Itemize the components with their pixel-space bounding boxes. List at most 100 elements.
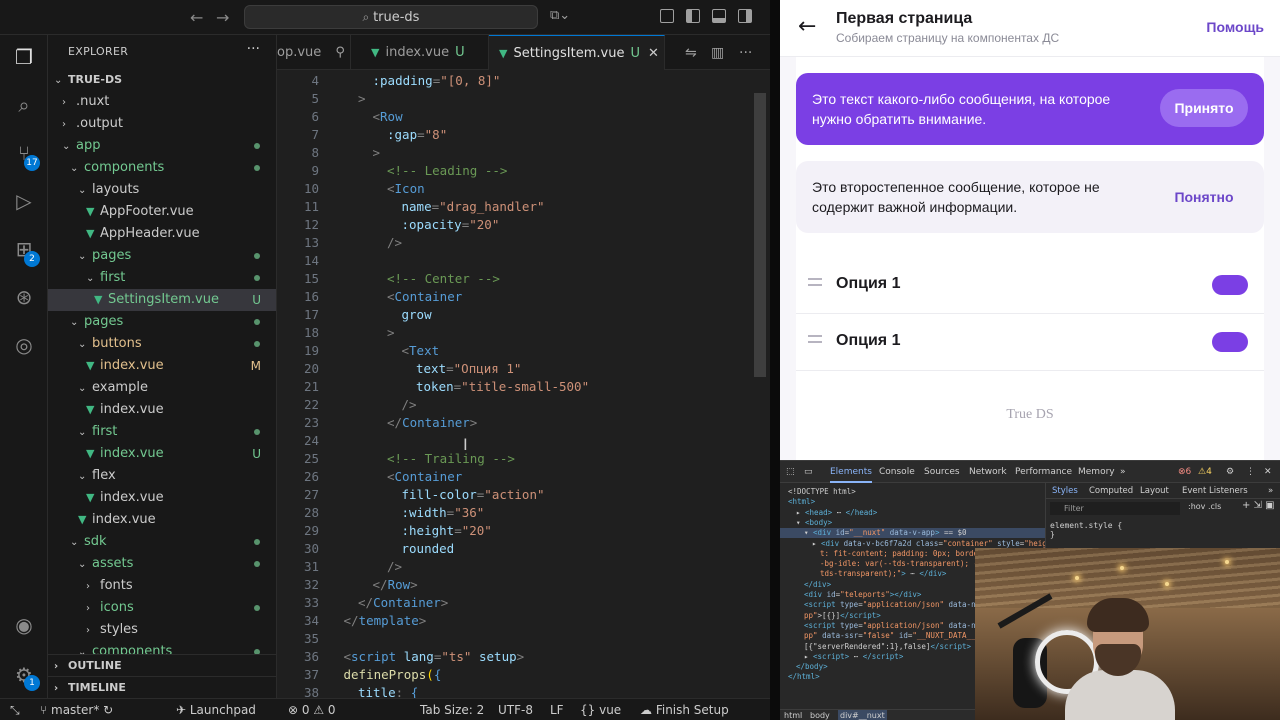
more-actions-icon[interactable]: ···	[739, 45, 752, 61]
add-style-rule-icon[interactable]: + ⇲ ▣	[1242, 500, 1275, 511]
run-debug-icon[interactable]: ▷	[12, 189, 36, 213]
tree-folder[interactable]: ⌄ first	[48, 267, 276, 289]
tree-file[interactable]: ▼ index.vue M	[48, 355, 276, 377]
code-editor[interactable]: 4:padding="[0, 8]" 5 >6 <Row 7:gap="8" 8 >9 <!-…	[277, 70, 770, 698]
dom-node[interactable]: ▸ <div data-v-bc6f7a2d class="container"…	[780, 539, 1045, 549]
tree-folder[interactable]: › styles	[48, 619, 276, 641]
tree-folder[interactable]: › fonts	[48, 575, 276, 597]
devtools-tab-performance[interactable]: Performance	[1015, 461, 1072, 483]
kebab-menu-icon[interactable]: ⋮	[1246, 461, 1255, 483]
tree-folder[interactable]: ⌄ pages	[48, 245, 276, 267]
problems-status[interactable]: ⊗ 0 ⚠ 0	[288, 699, 336, 720]
tree-folder[interactable]: ⌄ app	[48, 135, 276, 157]
warning-counter[interactable]: ⚠4	[1198, 461, 1212, 483]
tree-folder[interactable]: ⌄ components	[48, 157, 276, 179]
dom-node[interactable]: <html>	[780, 497, 1045, 507]
tree-folder[interactable]: ⌄ TRUE-DS	[48, 69, 276, 91]
drag-handle-icon[interactable]	[808, 278, 822, 286]
error-counter[interactable]: ⊗6	[1178, 461, 1191, 483]
back-arrow-icon[interactable]: ←	[190, 8, 203, 27]
pin-icon[interactable]: ⚲	[335, 45, 345, 60]
toggle-secondary-sidebar-icon[interactable]	[738, 9, 752, 23]
tree-file[interactable]: ▼ SettingsItem.vue U	[48, 289, 276, 311]
git-graph-icon[interactable]: ⊛	[12, 285, 36, 309]
hov-cls-toggles[interactable]: :hov .cls	[1188, 502, 1221, 511]
devtools-tab-sources[interactable]: Sources	[924, 461, 960, 483]
device-toolbar-icon[interactable]: ▭	[804, 461, 813, 483]
compare-changes-icon[interactable]: ⇋	[685, 45, 697, 61]
branch-status[interactable]: ⑂ master* ↻	[40, 699, 113, 720]
tree-file[interactable]: ▼ AppFooter.vue	[48, 201, 276, 223]
inspect-element-icon[interactable]: ⬚	[786, 461, 795, 483]
element-style-rule[interactable]: element.style {}	[1050, 521, 1122, 539]
devtools-tab-console[interactable]: Console	[879, 461, 915, 483]
editor-scrollbar[interactable]	[754, 93, 766, 377]
outline-section[interactable]: › OUTLINE	[48, 654, 276, 676]
tree-folder[interactable]: › .nuxt	[48, 91, 276, 113]
settings-gear-icon[interactable]: ⚙	[1226, 461, 1234, 483]
close-icon[interactable]: ✕	[648, 46, 659, 61]
devtools-tab-network[interactable]: Network	[969, 461, 1007, 483]
toggle-primary-sidebar-icon[interactable]	[686, 9, 700, 23]
styles-filter-input[interactable]: Filter	[1050, 502, 1180, 515]
dom-node[interactable]: <!DOCTYPE html>	[780, 487, 1045, 497]
tab-app-vue[interactable]: op.vue ⚲	[267, 35, 351, 70]
tree-file[interactable]: ▼ AppHeader.vue	[48, 223, 276, 245]
help-button[interactable]: Помощь	[1206, 19, 1264, 35]
understood-button[interactable]: Понятно	[1160, 183, 1248, 211]
command-center-search[interactable]: ⌕ true-ds	[244, 5, 538, 29]
eol-status[interactable]: LF	[550, 699, 564, 720]
tree-file[interactable]: ▼ index.vue	[48, 399, 276, 421]
styles-tab-computed[interactable]: Computed	[1089, 483, 1133, 499]
tab-size-status[interactable]: Tab Size: 2	[420, 699, 484, 720]
accept-button[interactable]: Принято	[1160, 89, 1248, 127]
explorer-more-icon[interactable]: ···	[247, 41, 260, 57]
tree-folder[interactable]: ⌄ flex	[48, 465, 276, 487]
tree-folder[interactable]: ⌄ example	[48, 377, 276, 399]
tree-file[interactable]: ▼ index.vue	[48, 509, 276, 531]
tree-folder[interactable]: › icons	[48, 597, 276, 619]
layout-sidebar-icon[interactable]	[660, 9, 674, 23]
styles-more-tabs[interactable]: »	[1268, 483, 1273, 499]
styles-tab-styles[interactable]: Styles	[1052, 483, 1078, 499]
tree-folder[interactable]: ⌄ sdk	[48, 531, 276, 553]
search-view-icon[interactable]: ⌕	[12, 93, 36, 117]
finish-setup-status[interactable]: ☁ Finish Setup	[640, 699, 729, 720]
tab-index-vue[interactable]: ▼ index.vue U	[361, 35, 489, 70]
tree-folder[interactable]: ⌄ pages	[48, 311, 276, 333]
dom-node[interactable]: ▾ <body>	[780, 518, 1045, 528]
split-editor-icon[interactable]: ▥	[711, 45, 724, 61]
styles-tab-event-listeners[interactable]: Event Listeners	[1182, 483, 1248, 499]
timeline-section[interactable]: › TIMELINE	[48, 676, 276, 698]
tree-file[interactable]: ▼ index.vue U	[48, 443, 276, 465]
tree-folder[interactable]: ⌄ first	[48, 421, 276, 443]
remote-icon[interactable]: ⤡	[10, 699, 20, 720]
settings-item-toggle[interactable]	[1212, 275, 1248, 295]
account-icon[interactable]: ◉	[12, 613, 36, 637]
launchpad-status[interactable]: ✈ Launchpad	[176, 699, 256, 720]
explorer-icon[interactable]: ❐	[12, 45, 36, 69]
close-devtools-icon[interactable]: ✕	[1264, 461, 1272, 483]
remote-explorer-icon[interactable]: ◎	[12, 333, 36, 357]
tree-folder[interactable]: ⌄ buttons	[48, 333, 276, 355]
devtools-more-tabs[interactable]: »	[1120, 461, 1126, 483]
toggle-panel-icon[interactable]	[712, 9, 726, 23]
styles-tab-layout[interactable]: Layout	[1140, 483, 1169, 499]
forward-arrow-icon[interactable]: →	[216, 8, 229, 27]
tree-folder[interactable]: › .output	[48, 113, 276, 135]
devtools-tab-memory[interactable]: Memory	[1078, 461, 1115, 483]
tab-settingsitem-vue[interactable]: ▼ SettingsItem.vue U ✕	[489, 35, 665, 70]
tree-folder[interactable]: ⌄ layouts	[48, 179, 276, 201]
tree-folder[interactable]: ⌄ assets	[48, 553, 276, 575]
encoding-status[interactable]: UTF-8	[498, 699, 533, 720]
devtools-tab-elements[interactable]: Elements	[830, 461, 872, 483]
drag-handle-icon[interactable]	[808, 335, 822, 343]
language-status[interactable]: {} vue	[580, 699, 621, 720]
dom-node[interactable]: ▾ <div id="__nuxt" data-v-app> == $0	[780, 528, 1045, 539]
breadcrumb-div-nuxt[interactable]: div#__nuxt	[838, 710, 887, 720]
breadcrumb-html[interactable]: html	[784, 710, 802, 720]
breadcrumb-body[interactable]: body	[810, 710, 830, 720]
copilot-icon[interactable]: ⧉⌄	[550, 8, 570, 23]
tree-file[interactable]: ▼ index.vue	[48, 487, 276, 509]
dom-node[interactable]: ▸ <head> ⋯ </head>	[780, 508, 1045, 518]
